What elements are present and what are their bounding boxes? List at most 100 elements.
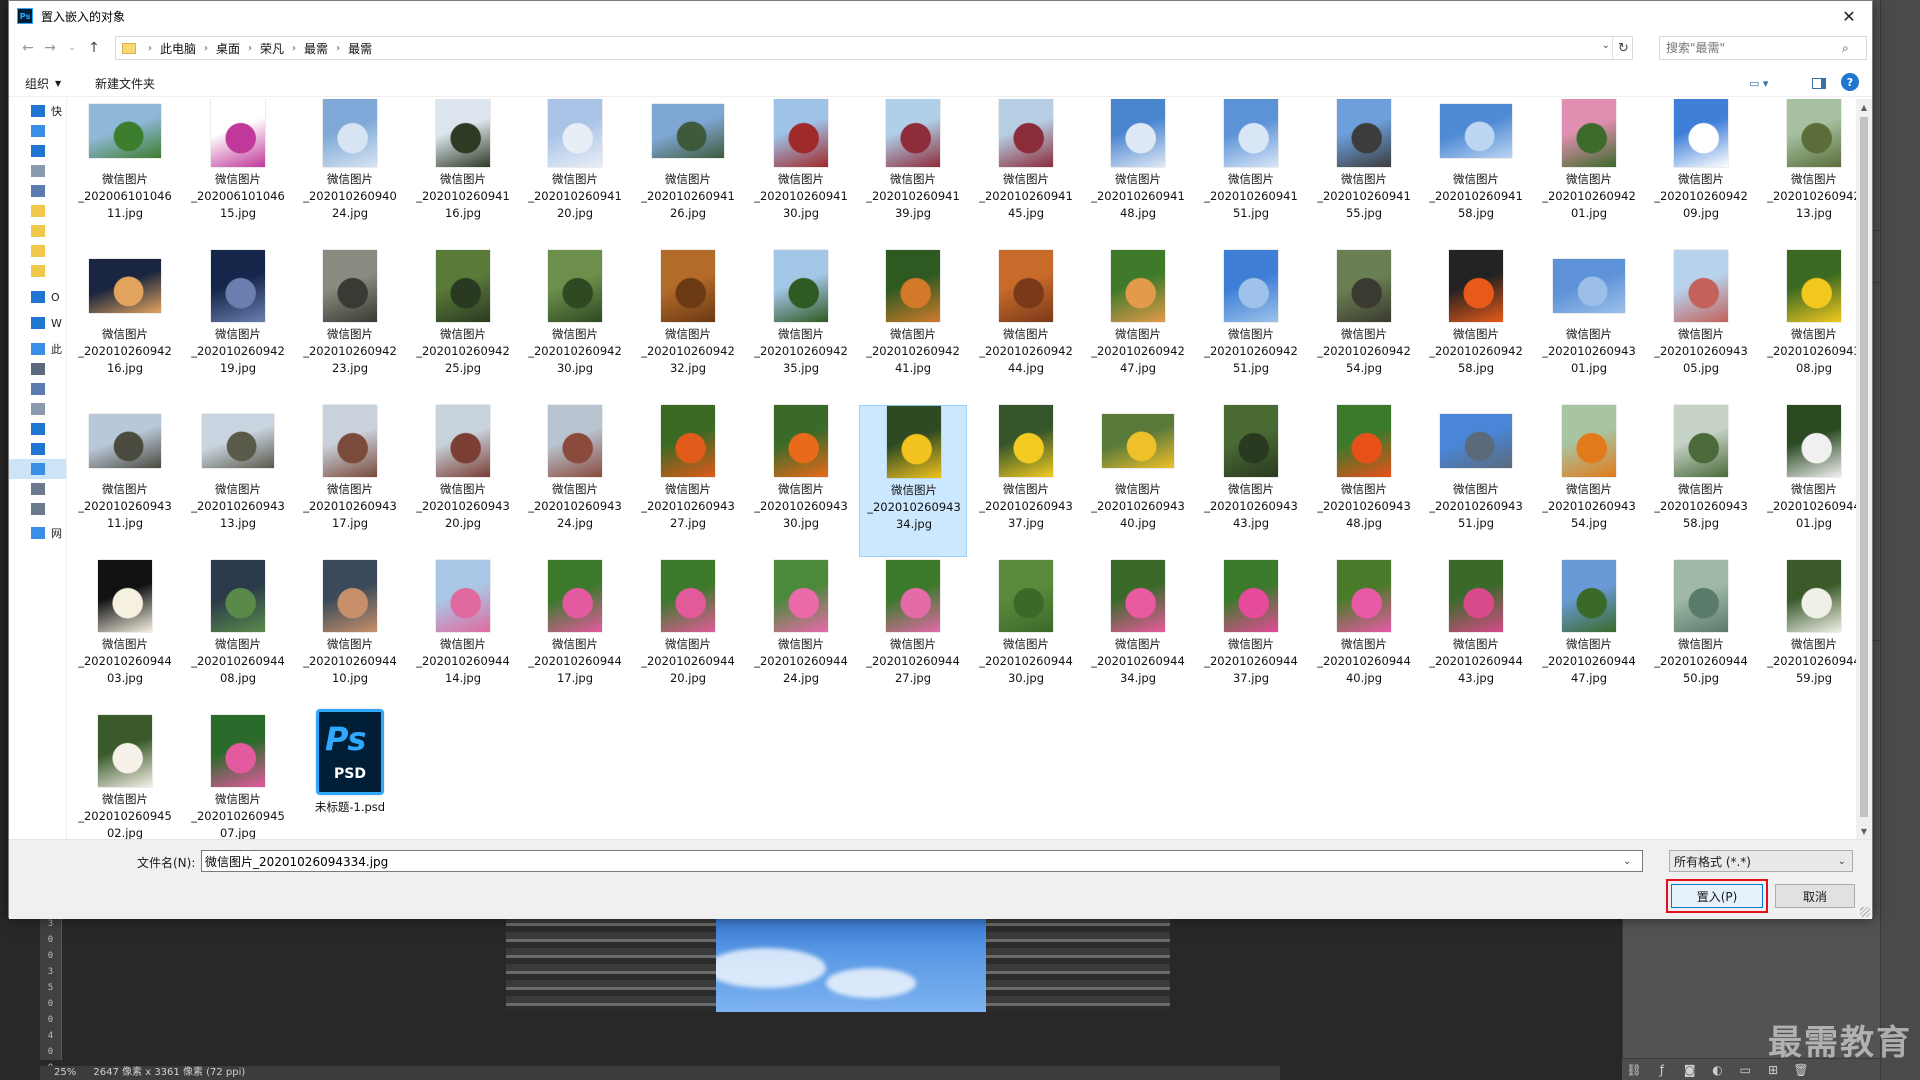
file-item[interactable]: 微信图片 _202010260942 16.jpg bbox=[71, 250, 179, 402]
file-item[interactable]: 微信图片 _202010260942 41.jpg bbox=[859, 250, 967, 402]
nav-item[interactable] bbox=[31, 161, 51, 181]
file-type-select[interactable]: 所有格式 (*.*) ⌄ bbox=[1669, 850, 1853, 872]
change-view-button[interactable]: ▭ ▾ bbox=[1749, 74, 1779, 92]
nav-item[interactable] bbox=[31, 359, 51, 379]
nav-item[interactable] bbox=[31, 221, 51, 241]
file-item[interactable]: 微信图片 _202010260942 44.jpg bbox=[972, 250, 1080, 402]
file-item[interactable]: 微信图片 _202010260944 17.jpg bbox=[521, 560, 629, 712]
file-item[interactable]: 微信图片 _202010260943 27.jpg bbox=[634, 405, 742, 557]
nav-item[interactable] bbox=[31, 479, 51, 499]
nav-item[interactable]: O bbox=[31, 287, 60, 307]
nav-item[interactable]: 快 bbox=[31, 101, 62, 121]
file-item[interactable]: 微信图片 _202006101046 15.jpg bbox=[184, 99, 292, 247]
file-item[interactable]: 微信图片 _202010260943 51.jpg bbox=[1422, 405, 1530, 557]
file-item[interactable]: 微信图片 _202010260944 27.jpg bbox=[859, 560, 967, 712]
file-item[interactable]: 微信图片 _202010260943 54.jpg bbox=[1535, 405, 1643, 557]
file-item[interactable]: 微信图片 _202010260943 34.jpg bbox=[859, 405, 967, 557]
back-button[interactable]: ← bbox=[17, 37, 39, 59]
file-item[interactable]: 微信图片 _202010260941 48.jpg bbox=[1084, 99, 1192, 247]
help-button[interactable]: ? bbox=[1841, 73, 1859, 91]
nav-item[interactable] bbox=[31, 399, 51, 419]
chevron-right-icon[interactable]: › bbox=[336, 43, 340, 54]
breadcrumb-zuixu[interactable]: 最需 bbox=[304, 40, 328, 57]
file-item[interactable]: 微信图片 _202010260942 09.jpg bbox=[1647, 99, 1755, 247]
link-icon[interactable]: ⛓ bbox=[1622, 1059, 1646, 1080]
file-item[interactable]: 微信图片 _202010260943 08.jpg bbox=[1760, 250, 1861, 402]
nav-item[interactable]: 网 bbox=[31, 523, 62, 543]
breadcrumb-zuixu-current[interactable]: 最需 bbox=[348, 40, 372, 57]
preview-pane-button[interactable] bbox=[1809, 73, 1829, 93]
file-item[interactable]: 微信图片 _202010260943 43.jpg bbox=[1197, 405, 1305, 557]
file-item[interactable]: 微信图片 _202010260943 17.jpg bbox=[296, 405, 404, 557]
file-item[interactable]: 微信图片 _202010260943 37.jpg bbox=[972, 405, 1080, 557]
file-item[interactable]: 微信图片 _202010260944 47.jpg bbox=[1535, 560, 1643, 712]
file-item[interactable]: 微信图片 _202010260944 14.jpg bbox=[409, 560, 517, 712]
breadcrumb-desktop[interactable]: 桌面 bbox=[216, 40, 240, 57]
file-item[interactable]: 微信图片 _202010260945 07.jpg bbox=[184, 715, 292, 839]
file-item[interactable]: 微信图片 _202010260942 30.jpg bbox=[521, 250, 629, 402]
breadcrumb-rongfan[interactable]: 荣凡 bbox=[260, 40, 284, 57]
search-icon[interactable]: ⌕ bbox=[1842, 41, 1849, 56]
nav-item[interactable] bbox=[31, 181, 51, 201]
file-item[interactable]: 微信图片 _202010260943 30.jpg bbox=[747, 405, 855, 557]
chevron-right-icon[interactable]: › bbox=[204, 43, 208, 54]
breadcrumb-this-pc[interactable]: 此电脑 bbox=[160, 40, 196, 57]
psd-file-item[interactable]: Ps PSD 未标题-1.psd bbox=[296, 709, 404, 839]
file-item[interactable]: 微信图片 _202010260944 37.jpg bbox=[1197, 560, 1305, 712]
nav-item[interactable] bbox=[31, 379, 51, 399]
file-item[interactable]: 微信图片 _202010260944 43.jpg bbox=[1422, 560, 1530, 712]
place-button[interactable]: 置入(P) bbox=[1666, 879, 1768, 913]
file-item[interactable]: 微信图片 _202010260944 30.jpg bbox=[972, 560, 1080, 712]
zoom-level[interactable]: 25% bbox=[54, 1067, 76, 1078]
file-item[interactable]: 微信图片 _202010260944 50.jpg bbox=[1647, 560, 1755, 712]
refresh-button[interactable]: ↻ bbox=[1612, 37, 1634, 59]
search-input[interactable] bbox=[1666, 38, 1842, 58]
file-item[interactable]: 微信图片 _202010260942 51.jpg bbox=[1197, 250, 1305, 402]
group-icon[interactable]: ▭ bbox=[1733, 1059, 1757, 1080]
file-item[interactable]: 微信图片 _202010260944 24.jpg bbox=[747, 560, 855, 712]
file-item[interactable]: 微信图片 _202010260945 02.jpg bbox=[71, 715, 179, 839]
fx-icon[interactable]: ƒ bbox=[1650, 1059, 1674, 1080]
nav-item[interactable]: W bbox=[31, 313, 62, 333]
file-item[interactable]: 微信图片 _202010260941 20.jpg bbox=[521, 99, 629, 247]
file-item[interactable]: 微信图片 _202010260941 51.jpg bbox=[1197, 99, 1305, 247]
nav-item[interactable] bbox=[31, 201, 51, 221]
file-item[interactable]: 微信图片 _202010260943 01.jpg bbox=[1535, 250, 1643, 402]
file-item[interactable]: 微信图片 _202010260942 01.jpg bbox=[1535, 99, 1643, 247]
file-item[interactable]: 微信图片 _202010260943 05.jpg bbox=[1647, 250, 1755, 402]
file-item[interactable]: 微信图片 _202010260942 23.jpg bbox=[296, 250, 404, 402]
adjustment-icon[interactable]: ◐ bbox=[1705, 1059, 1729, 1080]
file-item[interactable]: 微信图片 _202010260943 48.jpg bbox=[1310, 405, 1418, 557]
file-item[interactable]: 微信图片 _202010260942 54.jpg bbox=[1310, 250, 1418, 402]
file-item[interactable]: 微信图片 _202010260942 35.jpg bbox=[747, 250, 855, 402]
nav-item[interactable] bbox=[31, 261, 51, 281]
file-item[interactable]: 微信图片 _202010260944 10.jpg bbox=[296, 560, 404, 712]
recent-locations-button[interactable]: ⌄ bbox=[61, 37, 83, 59]
file-item[interactable]: 微信图片 _202010260941 16.jpg bbox=[409, 99, 517, 247]
file-item[interactable]: 微信图片 _202010260941 30.jpg bbox=[747, 99, 855, 247]
file-item[interactable]: 微信图片 _202010260944 59.jpg bbox=[1760, 560, 1861, 712]
file-item[interactable]: 微信图片 _202010260943 40.jpg bbox=[1084, 405, 1192, 557]
file-item[interactable]: 微信图片 _202010260941 39.jpg bbox=[859, 99, 967, 247]
mask-icon[interactable]: ◙ bbox=[1678, 1059, 1702, 1080]
title-bar[interactable]: Ps 置入嵌入的对象 ✕ bbox=[9, 1, 1872, 31]
file-item[interactable]: 微信图片 _202010260944 08.jpg bbox=[184, 560, 292, 712]
chevron-right-icon[interactable]: › bbox=[248, 43, 252, 54]
file-item[interactable]: 微信图片 _202010260941 58.jpg bbox=[1422, 99, 1530, 247]
scroll-down-icon[interactable]: ▼ bbox=[1856, 823, 1872, 839]
organize-button[interactable]: 组织 ▼ bbox=[25, 73, 61, 93]
nav-item[interactable] bbox=[31, 121, 51, 141]
vertical-scrollbar[interactable]: ▲ ▼ bbox=[1856, 99, 1872, 839]
file-item[interactable]: 微信图片 _202010260943 11.jpg bbox=[71, 405, 179, 557]
file-item[interactable]: 微信图片 _202010260942 47.jpg bbox=[1084, 250, 1192, 402]
nav-item[interactable] bbox=[31, 141, 51, 161]
file-item[interactable]: 微信图片 _202010260941 45.jpg bbox=[972, 99, 1080, 247]
scrollbar-thumb[interactable] bbox=[1860, 117, 1868, 817]
document-canvas[interactable] bbox=[506, 918, 1170, 1012]
file-item[interactable]: 微信图片 _202010260941 55.jpg bbox=[1310, 99, 1418, 247]
file-item[interactable]: 微信图片 _202010260942 19.jpg bbox=[184, 250, 292, 402]
chevron-down-icon[interactable]: ⌄ bbox=[1602, 40, 1610, 51]
nav-item[interactable] bbox=[9, 459, 66, 479]
file-item[interactable]: 微信图片 _202010260942 25.jpg bbox=[409, 250, 517, 402]
address-bar[interactable]: › 此电脑 › 桌面 › 荣凡 › 最需 › 最需 ⌄ ↻ bbox=[115, 36, 1633, 60]
